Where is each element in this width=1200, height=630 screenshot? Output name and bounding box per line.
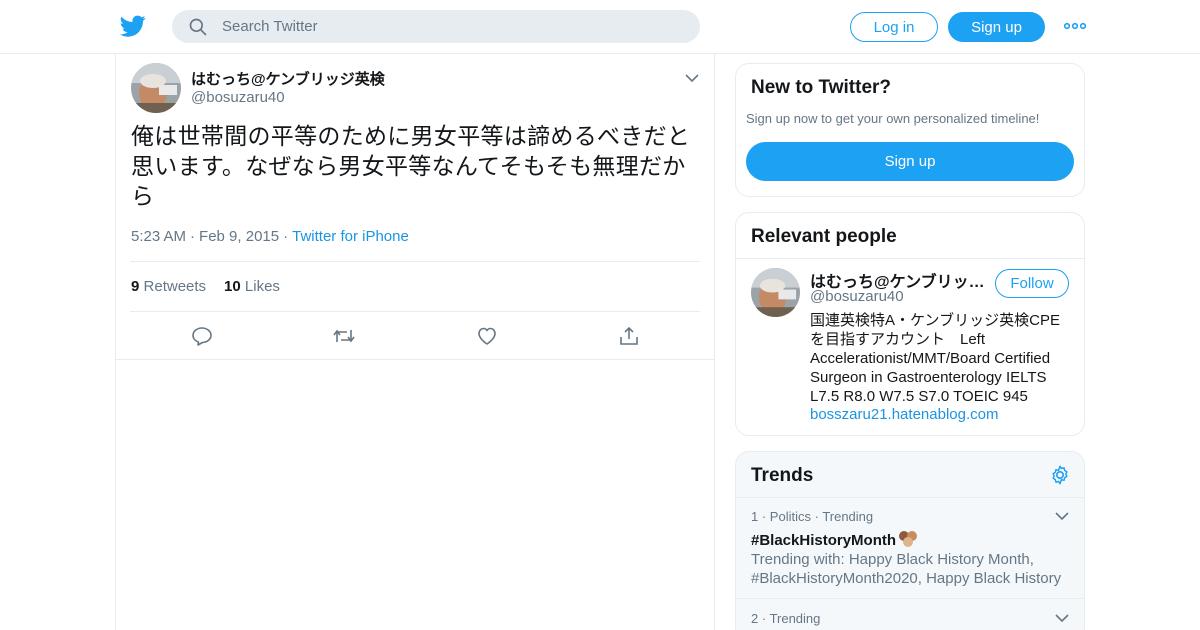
new-to-twitter-card: New to Twitter? Sign up now to get your …	[735, 63, 1085, 197]
person-bio: 国連英検特A・ケンブリッジ英検CPEを目指すアカウント Left Acceler…	[810, 312, 1060, 405]
divider	[736, 598, 1084, 599]
top-bar: Log in Sign up	[0, 0, 1200, 54]
retweet-icon[interactable]	[333, 326, 355, 346]
tweet-detail: はむっち@ケンブリッジ英検 @bosuzaru40 俺は世帯間の平等のために男女…	[116, 54, 714, 360]
log-in-button[interactable]: Log in	[850, 12, 938, 42]
person-website-link[interactable]: bosszaru21.hatenablog.com	[810, 406, 998, 423]
avatar[interactable]	[131, 63, 181, 113]
chevron-down-icon[interactable]	[684, 70, 700, 86]
tweet-text: 俺は世帯間の平等のために男女平等は諦めるべきだと思います。なぜなら男女平等なんて…	[131, 124, 691, 210]
search-input[interactable]	[222, 10, 682, 43]
card-subtitle: Sign up now to get your own personalized…	[746, 111, 1040, 126]
retweets-stat[interactable]: 9 Retweets	[131, 278, 206, 295]
tweet-author-handle[interactable]: @bosuzaru40	[191, 89, 285, 106]
follow-button[interactable]: Follow	[995, 269, 1069, 298]
twitter-bird-icon[interactable]	[120, 13, 146, 39]
tweet-timestamp: 5:23 AM · Feb 9, 2015 · Twitter for iPhone	[131, 228, 409, 245]
sign-up-button[interactable]: Sign up	[948, 12, 1045, 42]
chevron-down-icon[interactable]	[1054, 610, 1070, 626]
card-title: Trends	[751, 465, 814, 486]
tweet-source-link[interactable]: Twitter for iPhone	[292, 228, 409, 245]
tweet-stats: 9 Retweets 10 Likes	[131, 278, 280, 295]
avatar[interactable]	[751, 268, 800, 317]
person-handle[interactable]: @bosuzaru40	[810, 288, 904, 305]
reply-icon[interactable]	[191, 326, 213, 346]
divider	[736, 258, 1084, 259]
main-column: はむっち@ケンブリッジ英検 @bosuzaru40 俺は世帯間の平等のために男女…	[115, 54, 715, 630]
trend-name[interactable]: #BlackHistoryMonth	[751, 530, 918, 549]
likes-stat[interactable]: 10 Likes	[224, 278, 280, 295]
divider	[130, 311, 700, 312]
tweet-author-name[interactable]: はむっち@ケンブリッジ英検	[191, 68, 385, 89]
sidebar-sign-up-button[interactable]: Sign up	[746, 142, 1074, 181]
more-dots-icon[interactable]	[1064, 20, 1086, 32]
search-icon	[189, 18, 207, 36]
divider	[736, 497, 1084, 498]
card-title: New to Twitter?	[751, 77, 892, 98]
raised-fists-emoji-icon	[899, 531, 918, 547]
search-box[interactable]	[172, 10, 700, 43]
card-title: Relevant people	[751, 226, 897, 247]
trend-context: Trending with: Happy Black History Month…	[751, 551, 1062, 587]
share-icon[interactable]	[618, 326, 640, 346]
relevant-people-card: Relevant people はむっち@ケンブリッジ英検 @bosuzaru4…	[735, 212, 1085, 436]
tweet-time[interactable]: 5:23 AM	[131, 228, 186, 245]
trends-card: Trends 1 · Politics · Trending #BlackHis…	[735, 451, 1085, 630]
tweet-date[interactable]: Feb 9, 2015	[199, 228, 279, 245]
like-heart-icon[interactable]	[476, 326, 498, 346]
trend-meta: 1 · Politics · Trending	[751, 509, 874, 524]
gear-icon[interactable]	[1049, 464, 1071, 486]
chevron-down-icon[interactable]	[1054, 508, 1070, 524]
trend-meta: 2 · Trending	[751, 611, 821, 626]
divider	[130, 261, 700, 262]
